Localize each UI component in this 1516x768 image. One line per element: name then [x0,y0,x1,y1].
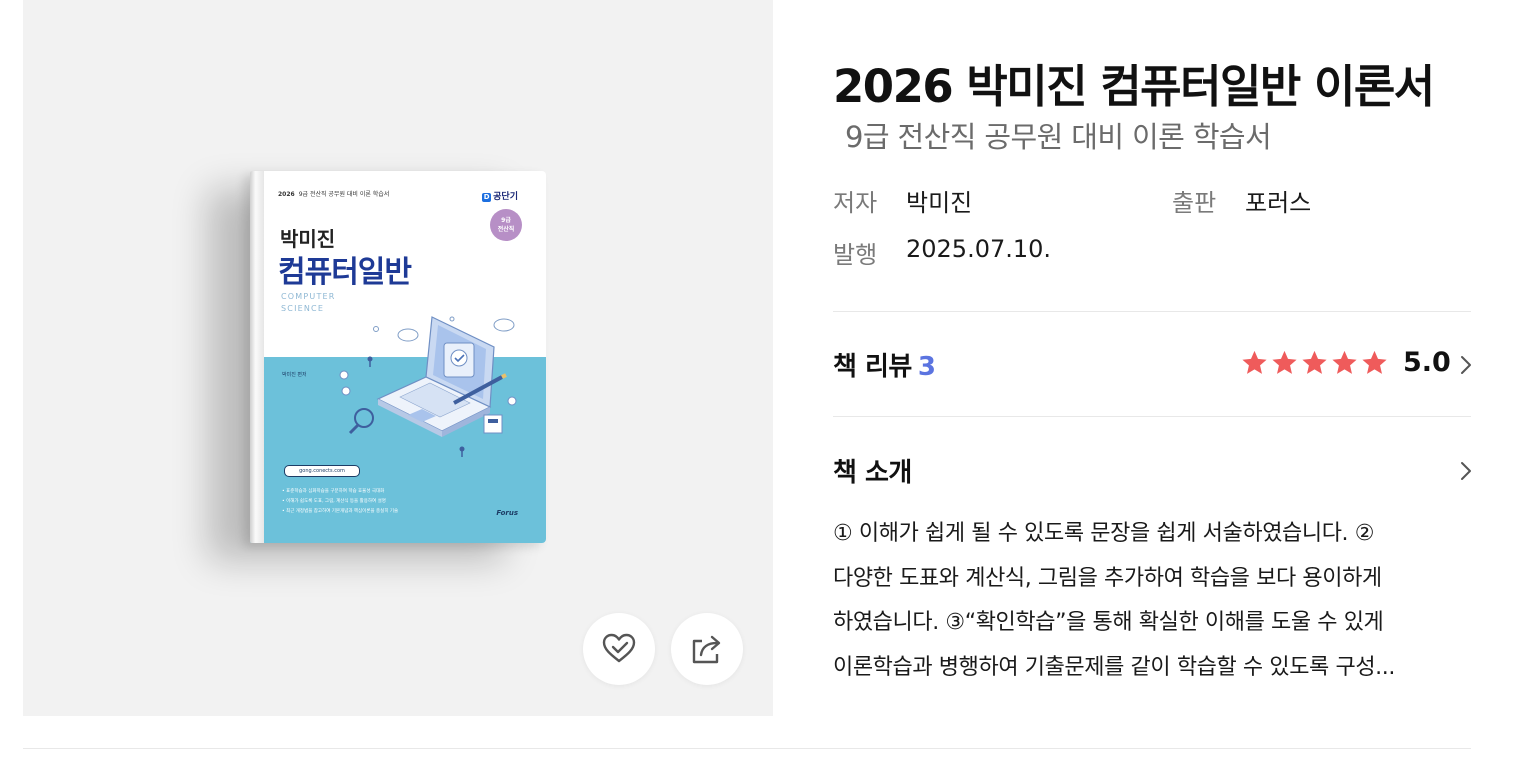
publisher-value[interactable]: 포러스 [1245,183,1311,218]
author-label: 저자 [833,189,878,217]
publisher-label: 출판 [1172,189,1217,217]
date-value: 2025.07.10. [906,235,1052,263]
chevron-right-icon[interactable] [1459,459,1473,483]
intro-line: ① 이해가 쉽게 될 수 있도록 문장을 쉽게 서술하였습니다. ② [833,521,1375,546]
rating-stars [1240,348,1389,378]
book-subtitle: 9급 전산직 공무원 대비 이론 학습서 [845,120,1272,154]
review-count: 3 [917,352,936,382]
author-value[interactable]: 박미진 [906,183,972,218]
divider [833,416,1471,417]
cover-english-title: COMPUTER SCIENCE [281,292,336,313]
cover-spine [250,171,264,543]
cover-title: 컴퓨터일반 [278,255,412,290]
brand-logo-icon: D [482,193,492,202]
book-image-panel: 2026 9급 전산직 공무원 대비 이론 학습서 D 공단기 9급 전산직 박미진 … [23,0,773,716]
cover-brand: D 공단기 [482,192,518,202]
intro-description: ① 이해가 쉽게 될 수 있도록 문장을 쉽게 서술하였습니다. ② 다양한 도… [833,512,1471,690]
star-icon [1302,350,1327,374]
wishlist-button[interactable] [583,613,655,685]
divider [833,311,1471,312]
section-divider [23,748,1471,749]
star-icon [1332,350,1357,374]
intro-line: 하였습니다. ③“확인학습”을 통해 확실한 이해를 도울 수 있게 [833,610,1384,635]
chevron-right-icon[interactable] [1459,353,1473,377]
cover-bullets: • 표준학습과 심화학습을 구분하여 학습 효율성 극대화 • 이해가 쉽도록 … [282,489,399,514]
heart-check-icon [602,633,636,663]
book-title: 2026 박미진 컴퓨터일반 이론서 [833,60,1435,113]
book-cover[interactable]: 2026 9급 전산직 공무원 대비 이론 학습서 D 공단기 9급 전산직 박미진 … [250,171,546,543]
star-icon [1242,350,1267,374]
cover-editor: 박미진 편저 [282,372,307,378]
share-button[interactable] [671,613,743,685]
review-row[interactable]: 책 리뷰 3 [833,346,936,383]
intro-line: 이론학습과 병행하여 기출문제를 같이 학습할 수 있도록 구성... [833,654,1395,680]
intro-line: 다양한 도표와 계산식, 그림을 추가하여 학습을 보다 용이하게 [833,565,1382,591]
cover-badge: 9급 전산직 [490,209,522,241]
intro-title[interactable]: 책 소개 [833,452,912,489]
laptop-illustration [339,316,517,457]
cover-url: gong.conects.com [284,465,360,477]
cover-top-text: 2026 9급 전산직 공무원 대비 이론 학습서 [278,191,390,198]
star-icon [1272,350,1297,374]
cover-publisher-logo: Forus [496,509,518,517]
rating-value: 5.0 [1403,347,1451,378]
review-label: 책 리뷰 [833,352,912,382]
date-label: 발행 [833,241,878,269]
share-icon [692,635,721,664]
star-icon [1362,350,1387,374]
